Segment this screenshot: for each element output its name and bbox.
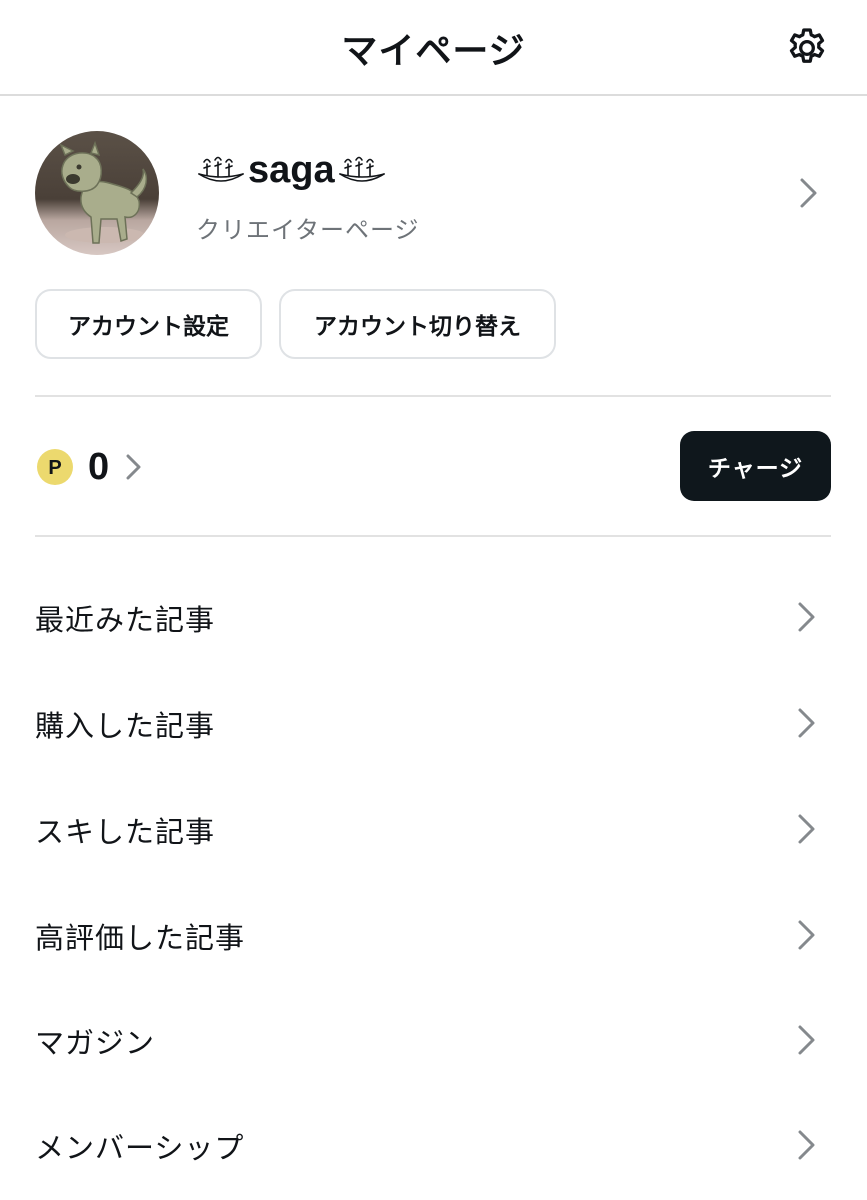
username: saga [248,148,335,191]
menu-item-recently-viewed[interactable]: 最近みた記事 [35,577,831,657]
menu-item-liked[interactable]: スキした記事 [35,789,831,869]
page-title: マイページ [341,31,526,72]
avatar-photo [59,140,148,244]
profile-section: saga クリエイターページ アカウント設定 アカウント切り替え [0,96,867,396]
chevron-right-icon [798,814,815,844]
menu-item-label: 高評価した記事 [35,921,246,955]
chevron-right-icon [126,454,141,480]
profile-name-row: saga [196,146,387,194]
menu-item-label: メンバーシップ [35,1131,245,1165]
points-value: 0 [88,445,110,488]
menu-item-purchased[interactable]: 購入した記事 [35,683,831,763]
switch-account-button[interactable]: アカウント切り替え [279,289,556,359]
account-settings-button[interactable]: アカウント設定 [35,289,262,359]
creator-page-link[interactable]: saga クリエイターページ [190,136,830,256]
gear-icon[interactable] [784,25,830,71]
divider [35,395,831,397]
menu-item-label: スキした記事 [35,815,216,849]
chevron-right-icon [798,920,815,950]
chevron-right-icon [798,1025,815,1055]
points-balance-link[interactable]: P 0 [36,446,145,488]
top-bar: マイページ [0,0,867,96]
chevron-right-icon [798,602,815,632]
menu-item-label: マガジン [35,1026,156,1060]
avatar[interactable] [35,131,159,255]
chevron-right-icon [798,1130,815,1160]
chevron-right-icon [798,708,815,738]
menu-item-label: 購入した記事 [35,709,216,743]
chevron-right-icon [800,178,817,208]
menu-item-membership[interactable]: メンバーシップ [35,1105,831,1185]
menu-item-highly-rated[interactable]: 高評価した記事 [35,895,831,975]
bowl-of-figures-icon [338,156,385,182]
p-coin-icon: P [37,449,73,485]
menu-item-magazine[interactable]: マガジン [35,1000,831,1080]
bowl-of-figures-icon [198,156,244,182]
creator-page-label: クリエイターページ [196,216,420,244]
charge-button[interactable]: チャージ [680,431,831,501]
divider [35,535,831,537]
menu-item-label: 最近みた記事 [35,603,216,637]
svg-text:P: P [48,457,61,479]
